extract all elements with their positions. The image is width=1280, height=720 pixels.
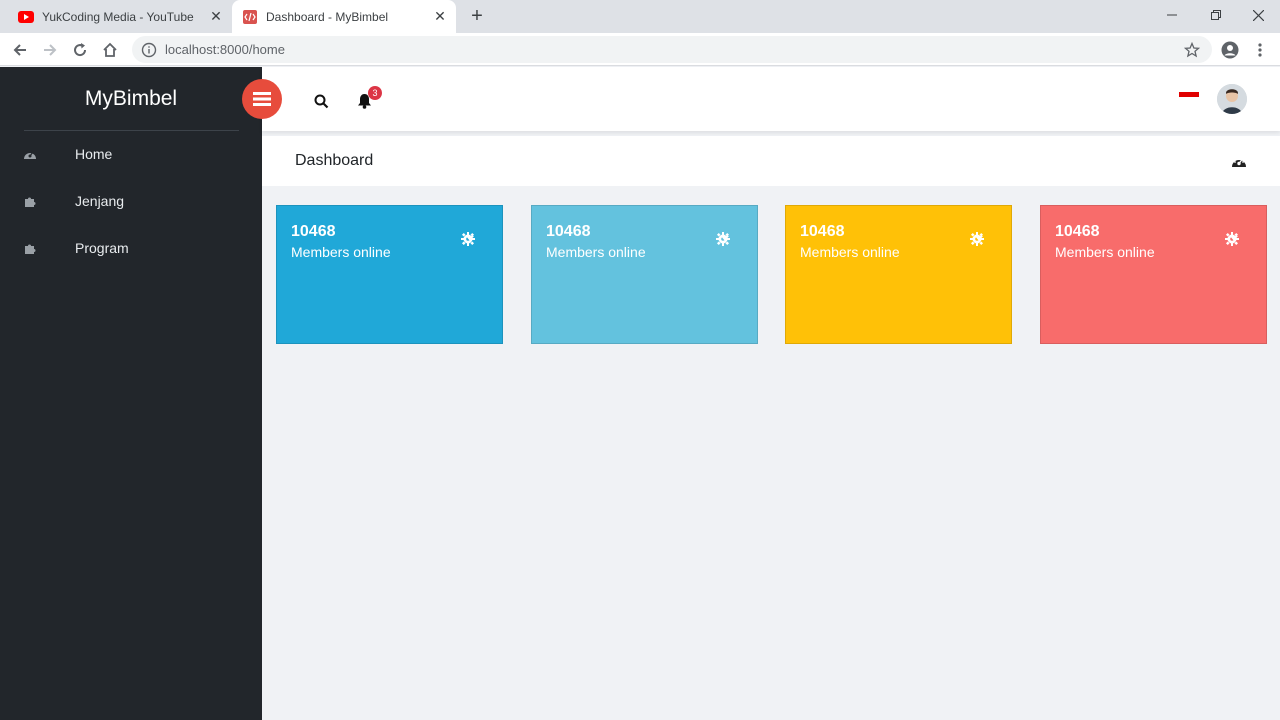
sidebar-item-home[interactable]: Home (0, 134, 262, 174)
menu-dots-icon[interactable] (1247, 37, 1273, 63)
search-icon[interactable] (312, 92, 330, 110)
chevron-down-icon[interactable] (466, 236, 474, 241)
chevron-down-icon[interactable] (1230, 236, 1238, 241)
tab-title: Dashboard - MyBimbel (266, 9, 389, 24)
sidebar-item-jenjang[interactable]: Jenjang (0, 181, 262, 221)
tab-title: YukCoding Media - YouTube (42, 9, 194, 24)
profile-icon[interactable] (1217, 37, 1243, 63)
dashboard-icon (22, 146, 38, 162)
stat-card: 10468 Members online (1040, 205, 1267, 344)
sidebar-item-label: Home (75, 146, 113, 162)
sidebar-divider (24, 130, 239, 131)
language-flag-icon[interactable] (1179, 90, 1199, 104)
stat-value: 10468 (1055, 223, 1100, 240)
sidebar-toggle-button[interactable] (242, 79, 282, 119)
stat-card: 10468 Members online (276, 205, 503, 344)
puzzle-icon (22, 193, 38, 209)
notification-count-badge: 3 (368, 86, 382, 100)
home-icon[interactable] (97, 37, 123, 63)
stat-card: 10468 Members online (785, 205, 1012, 344)
stat-label: Members online (546, 244, 646, 260)
sidebar-item-program[interactable]: Program (0, 228, 262, 268)
back-icon[interactable] (7, 37, 33, 63)
page-title: Dashboard (295, 152, 374, 169)
stat-value: 10468 (800, 223, 845, 240)
chevron-down-icon[interactable] (721, 236, 729, 241)
stat-label: Members online (800, 244, 900, 260)
youtube-icon (18, 9, 34, 25)
url-text: localhost:8000/home (165, 42, 285, 57)
close-tab-icon[interactable]: ✕ (430, 7, 450, 27)
stat-value: 10468 (546, 223, 591, 240)
top-navbar (262, 67, 1280, 131)
bookmark-star-icon[interactable] (1179, 37, 1205, 63)
chevron-down-icon[interactable] (975, 236, 983, 241)
close-tab-icon[interactable]: ✕ (206, 7, 226, 27)
sidebar-item-label: Program (75, 240, 129, 256)
stat-label: Members online (1055, 244, 1155, 260)
sidebar: MyBimbel Home Jenjang Program (0, 67, 262, 720)
browser-toolbar: localhost:8000/home (0, 33, 1280, 66)
restore-window-button[interactable] (1194, 0, 1238, 30)
dashboard-icon (1231, 154, 1247, 170)
stat-card: 10468 Members online (531, 205, 758, 344)
browser-tab-dashboard[interactable]: Dashboard - MyBimbel ✕ (232, 0, 456, 33)
code-icon (242, 9, 258, 25)
sidebar-item-label: Jenjang (75, 193, 125, 209)
reload-icon[interactable] (67, 37, 93, 63)
close-window-button[interactable] (1236, 0, 1280, 30)
brand-logo-text[interactable]: MyBimbel (0, 67, 262, 131)
address-bar[interactable]: localhost:8000/home (132, 36, 1212, 63)
puzzle-icon (22, 240, 38, 256)
info-icon[interactable] (141, 42, 157, 58)
minimize-window-button[interactable] (1150, 0, 1194, 30)
page-header: Dashboard (262, 136, 1280, 186)
stat-label: Members online (291, 244, 391, 260)
new-tab-button[interactable]: + (466, 5, 488, 27)
browser-tab-strip: YukCoding Media - YouTube ✕ Dashboard - … (0, 0, 1280, 33)
forward-icon[interactable] (37, 37, 63, 63)
user-avatar[interactable] (1217, 84, 1247, 114)
browser-tab-youtube[interactable]: YukCoding Media - YouTube ✕ (8, 0, 232, 33)
stat-value: 10468 (291, 223, 336, 240)
